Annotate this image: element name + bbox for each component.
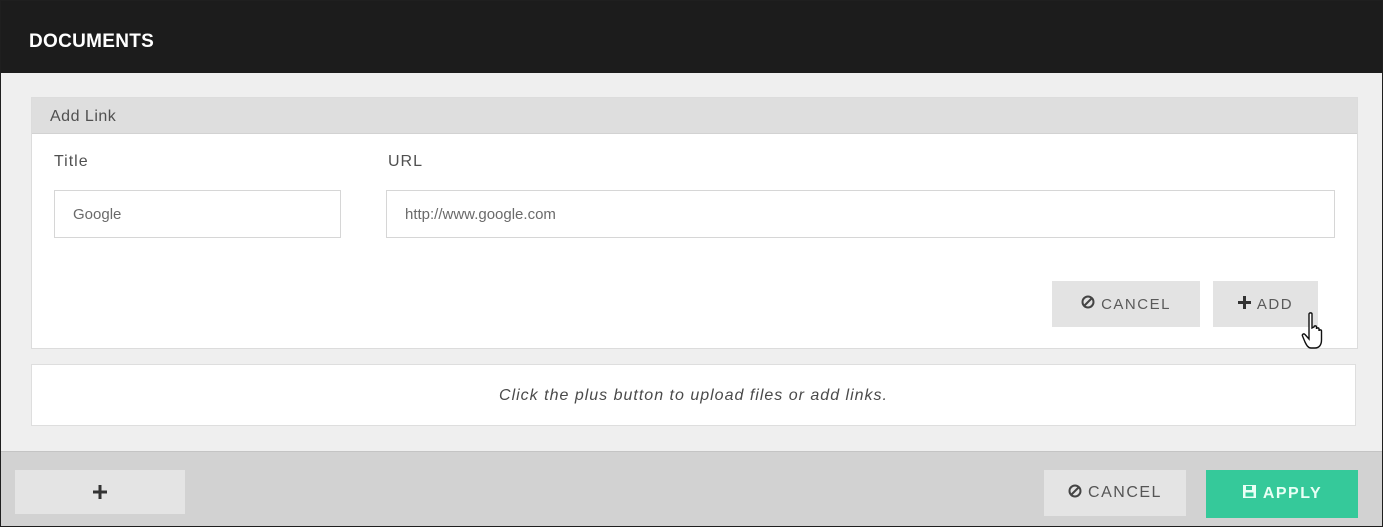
url-label: URL [388,153,424,170]
documents-empty-message: Click the plus button to upload files or… [499,387,888,404]
dialog-title: DOCUMENTS [29,31,155,52]
add-link-cancel-label: CANCEL [1101,295,1171,313]
ban-icon [1081,295,1095,313]
title-label: Title [54,153,89,170]
documents-dialog: DOCUMENTS Add Link Title URL CANCEL ADD [0,0,1383,527]
add-link-header: Add Link [32,98,1357,134]
ban-icon [1068,484,1082,503]
documents-empty-message-box: Click the plus button to upload files or… [31,364,1356,426]
save-icon [1242,484,1257,504]
add-document-button[interactable] [15,470,185,514]
add-link-add-label: ADD [1256,295,1294,313]
dialog-cancel-label: CANCEL [1088,484,1162,501]
apply-label: APPLY [1262,485,1323,502]
hand-cursor-icon [1301,312,1323,349]
add-link-heading: Add Link [50,108,117,125]
dialog-cancel-button[interactable]: CANCEL [1044,470,1186,516]
add-link-panel: Add Link Title URL CANCEL ADD [31,97,1358,349]
add-link-cancel-button[interactable]: CANCEL [1052,281,1200,327]
url-input[interactable] [386,190,1335,238]
title-input[interactable] [54,190,341,238]
apply-button[interactable]: APPLY [1206,470,1358,518]
plus-icon [1237,295,1251,313]
plus-icon [93,479,107,505]
dialog-titlebar: DOCUMENTS [1,1,1382,73]
dialog-content: Add Link Title URL CANCEL ADD Click the … [1,73,1382,451]
dialog-footer: CANCEL APPLY [1,451,1382,526]
